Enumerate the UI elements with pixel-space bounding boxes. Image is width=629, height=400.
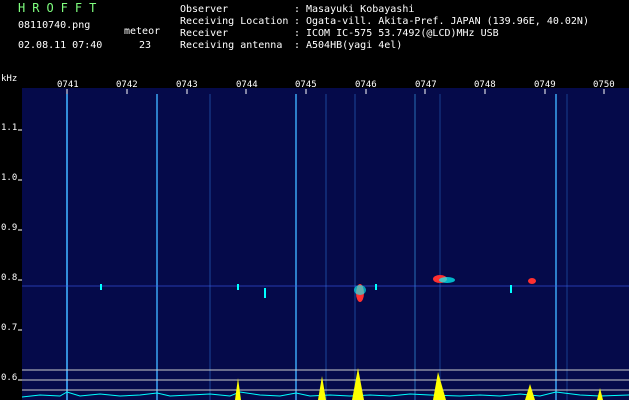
y-axis-ticks — [18, 129, 22, 381]
signal-level-peaks — [235, 368, 603, 400]
meteor-echoes — [100, 275, 536, 302]
x-axis-ticks — [66, 89, 605, 94]
vertical-noise-streaks — [66, 94, 568, 400]
spectrogram-overlay — [18, 89, 629, 400]
